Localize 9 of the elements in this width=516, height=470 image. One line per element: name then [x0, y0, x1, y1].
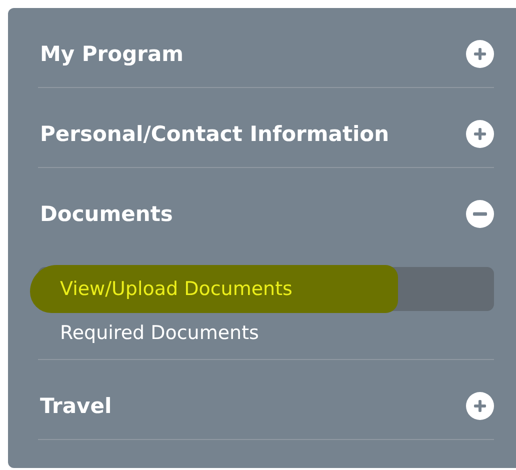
section-title: Travel — [40, 394, 112, 418]
section-header[interactable]: Documents — [38, 168, 494, 247]
section-header[interactable]: Personal/Contact Information — [38, 88, 494, 167]
menu-link[interactable]: Required Documents — [38, 311, 494, 355]
section-header[interactable]: My Program — [38, 8, 494, 87]
section-title: Personal/Contact Information — [40, 122, 390, 146]
section-title: Documents — [40, 202, 173, 226]
section-header[interactable]: Travel — [38, 360, 494, 439]
section-title: My Program — [40, 42, 184, 66]
